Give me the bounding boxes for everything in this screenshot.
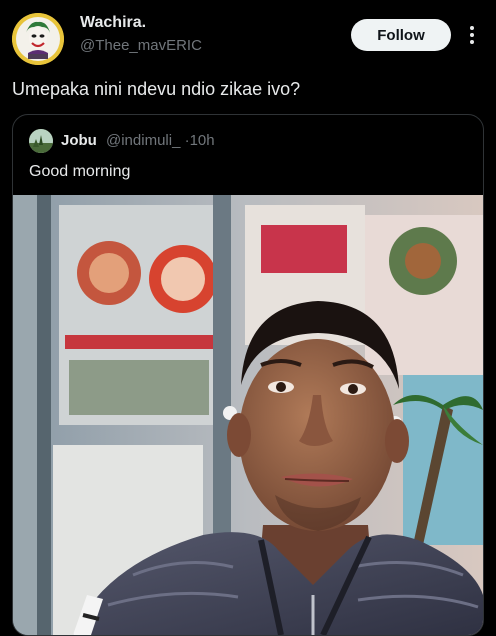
tweet-text: Umepaka nini ndevu ndio zikae ivo? (12, 79, 301, 99)
quote-author-handle[interactable]: @indimuli_ (106, 132, 180, 149)
more-dot (470, 33, 474, 37)
more-dot (470, 26, 474, 30)
more-dot (470, 40, 474, 44)
quote-text: Good morning (29, 163, 131, 180)
author-display-name[interactable]: Wachira. (80, 14, 146, 32)
quote-timestamp[interactable]: 10h (190, 132, 215, 149)
author-avatar[interactable] (12, 13, 64, 65)
follow-button[interactable]: Follow (351, 19, 451, 51)
quote-author-display-name[interactable]: Jobu (61, 132, 97, 149)
quoted-tweet-card[interactable]: Jobu @indimuli_ ·10h Good morning (12, 114, 484, 636)
tweet-header: Wachira. @Thee_mavERIC Follow (0, 0, 496, 75)
quote-author-avatar[interactable] (29, 129, 53, 153)
quote-author-meta: @indimuli_ ·10h (106, 132, 215, 149)
author-handle[interactable]: @Thee_mavERIC (80, 37, 202, 54)
more-vertical-icon[interactable] (462, 22, 482, 48)
quote-photo[interactable] (13, 195, 483, 635)
